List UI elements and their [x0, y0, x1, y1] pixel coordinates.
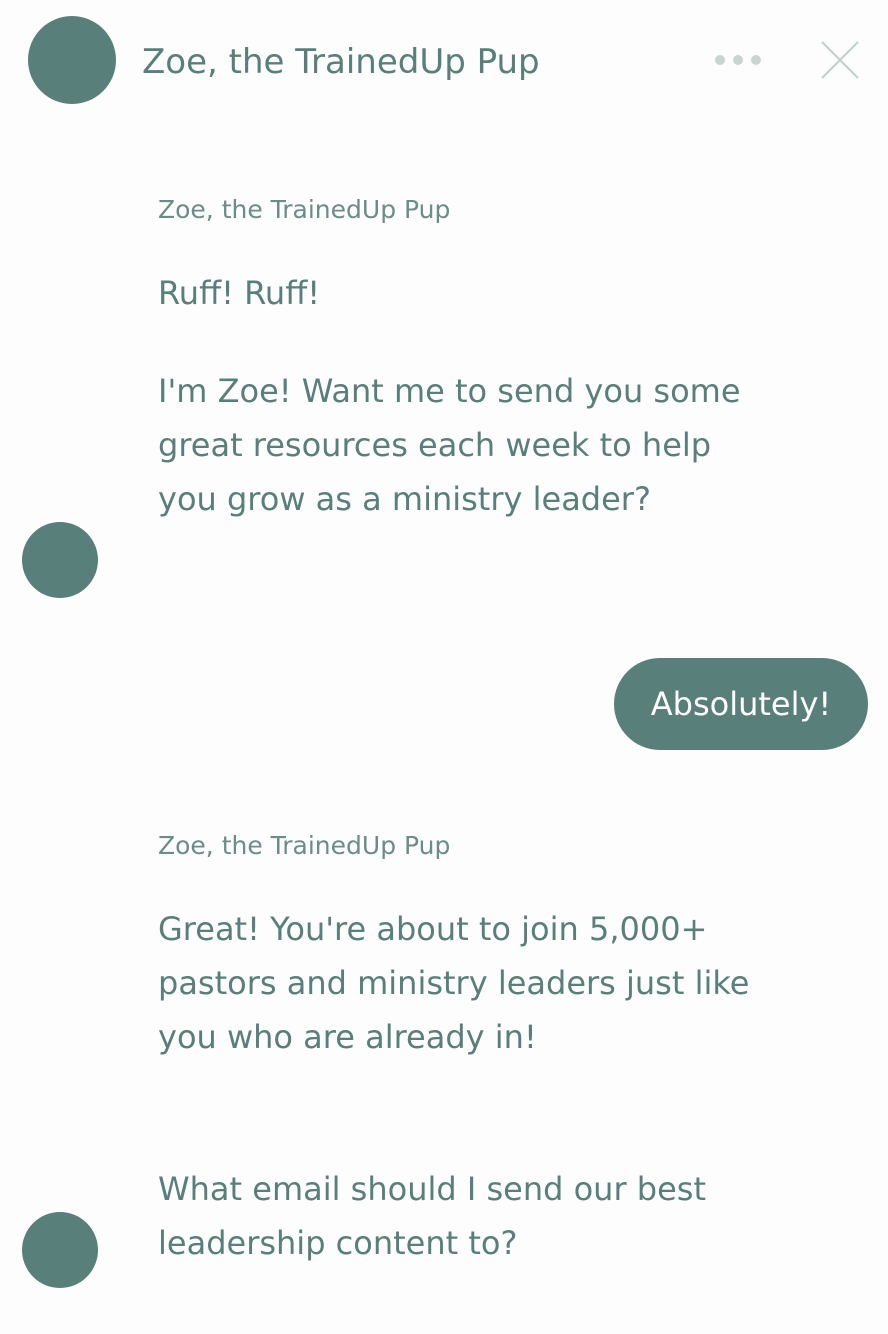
bot-message-avatar	[22, 522, 98, 598]
message-text: Great! You're about to join 5,000+	[158, 910, 708, 948]
close-button[interactable]	[816, 36, 864, 84]
user-reply-bubble: Absolutely!	[614, 658, 868, 750]
message-text: What email should I send our best	[158, 1170, 706, 1208]
message-text: Ruff! Ruff!	[158, 274, 321, 312]
close-icon	[821, 41, 859, 79]
bot-message-avatar	[22, 1212, 98, 1288]
message-sender: Zoe, the TrainedUp Pup	[158, 831, 451, 860]
message-text: you who are already in!	[158, 1018, 537, 1056]
message-text: pastors and ministry leaders just like	[158, 964, 750, 1002]
more-horizontal-icon-dot-2	[733, 55, 743, 65]
more-horizontal-icon-dot-3	[751, 55, 761, 65]
message-text: I'm Zoe! Want me to send you some	[158, 372, 741, 410]
bot-avatar	[28, 16, 116, 104]
message-sender: Zoe, the TrainedUp Pup	[158, 195, 451, 224]
message-text: leadership content to?	[158, 1224, 518, 1262]
message-text: great resources each week to help	[158, 426, 712, 464]
message-text: you grow as a ministry leader?	[158, 480, 651, 518]
chat-title: Zoe, the TrainedUp Pup	[142, 42, 540, 82]
more-horizontal-icon	[715, 55, 725, 65]
more-options-button[interactable]	[706, 46, 770, 74]
